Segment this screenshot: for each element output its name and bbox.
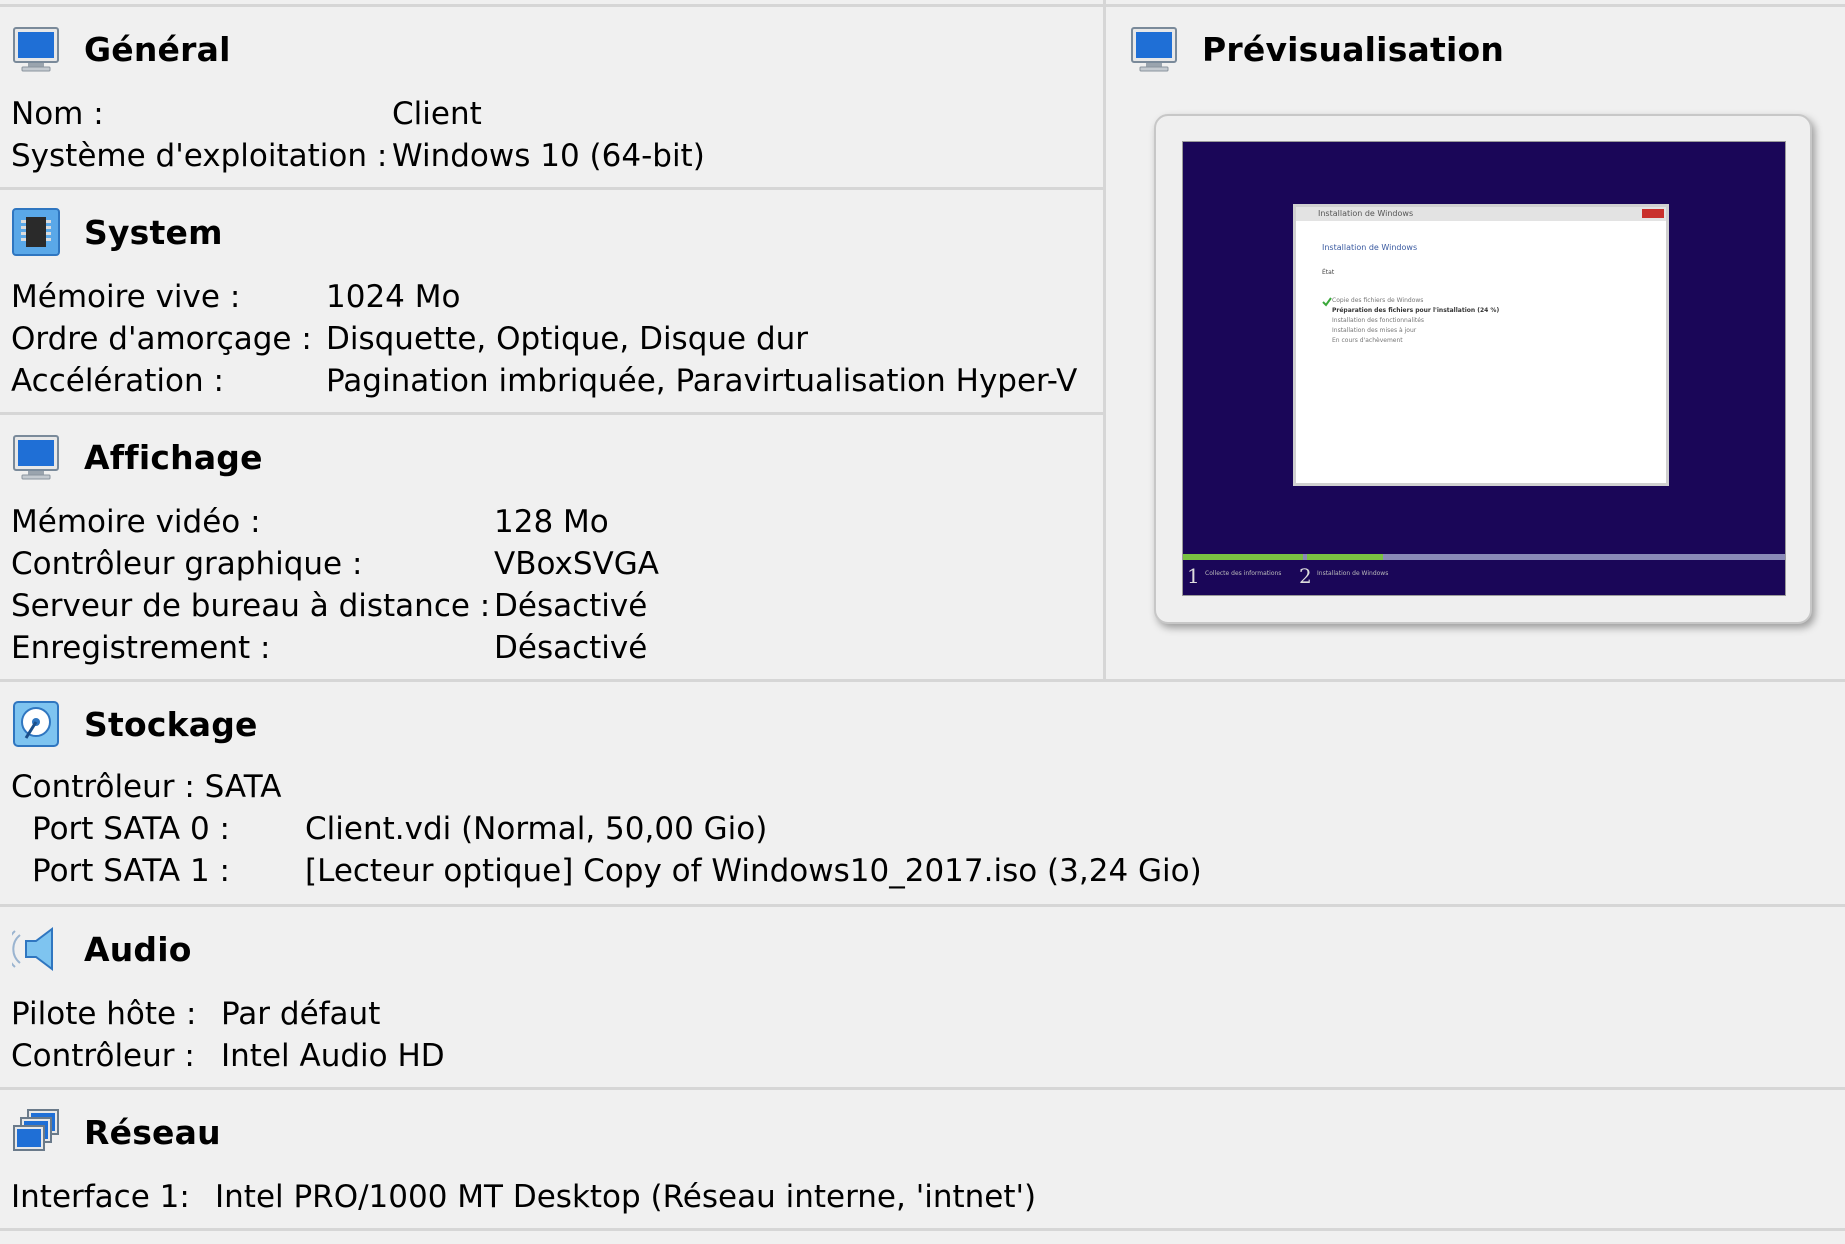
detail-value: Client.vdi (Normal, 50,00 Gio) [305, 811, 768, 847]
section-header-display[interactable]: Affichage [12, 433, 263, 481]
monitor-icon [12, 433, 60, 481]
detail-value: Intel Audio HD [221, 1038, 445, 1074]
detail-label: Pilote hôte : [11, 996, 197, 1032]
preview-window-title: Installation de Windows [1296, 207, 1666, 221]
detail-row: Contrôleur : SATA [11, 766, 1202, 808]
preview-step: Copie des fichiers de Windows [1332, 297, 1424, 304]
section-general: Général Nom : Client Système d'exploitati… [0, 4, 1103, 190]
chip-icon [12, 208, 60, 256]
speaker-icon [5, 925, 60, 973]
preview-frame[interactable]: Installation de Windows Installation de … [1154, 114, 1812, 624]
detail-row: Ordre d'amorçage : Disquette, Optique, Di… [11, 318, 1077, 360]
section-header-system[interactable]: System [12, 208, 223, 256]
detail-row: Contrôleur graphique : VBoxSVGA [11, 543, 659, 585]
detail-row: Nom : Client [11, 93, 705, 135]
detail-value: Intel PRO/1000 MT Desktop (Réseau intern… [215, 1179, 1037, 1215]
section-title: Général [84, 29, 231, 69]
detail-label: Mémoire vidéo : [11, 504, 261, 540]
detail-value: Désactivé [494, 630, 648, 666]
section-network: Réseau Interface 1: Intel PRO/1000 MT Des… [0, 1087, 1845, 1231]
section-display: Affichage Mémoire vidéo : 128 Mo Contrôle… [0, 412, 1103, 682]
section-storage: Stockage Contrôleur : SATA Port SATA 0 :… [0, 679, 1845, 908]
section-header-storage[interactable]: Stockage [12, 700, 258, 748]
detail-label: Port SATA 1 : [32, 853, 230, 889]
section-header-general[interactable]: Général [12, 25, 231, 73]
preview-screen: Installation de Windows Installation de … [1182, 141, 1786, 596]
detail-row: Contrôleur : Intel Audio HD [11, 1035, 445, 1077]
detail-row: Mémoire vive : 1024 Mo [11, 276, 1077, 318]
preview-step: Préparation des fichiers pour l'installa… [1332, 307, 1500, 314]
detail-row: Port SATA 1 : [Lecteur optique] Copy of W… [11, 850, 1202, 892]
preview-status: État [1322, 269, 1335, 276]
preview-progress-fill [1183, 554, 1303, 560]
detail-label: Système d'exploitation : [11, 138, 388, 174]
detail-label: Serveur de bureau à distance : [11, 588, 491, 624]
section-title: Stockage [84, 704, 258, 744]
detail-value: Par défaut [221, 996, 381, 1032]
detail-label: Port SATA 0 : [32, 811, 230, 847]
detail-label: Accélération : [11, 363, 224, 399]
storage-controller: Contrôleur : SATA [11, 769, 282, 805]
detail-value: Pagination imbriquée, Paravirtualisation… [326, 363, 1078, 399]
preview-bottom-step-number: 2 [1299, 564, 1312, 588]
section-header-audio[interactable]: Audio [5, 925, 192, 973]
section-audio: Audio Pilote hôte : Par défaut Contrôleur… [0, 904, 1845, 1090]
detail-label: Contrôleur graphique : [11, 546, 363, 582]
vertical-divider [1103, 0, 1106, 680]
hard-disk-icon [12, 700, 60, 748]
section-header-network[interactable]: Réseau [12, 1108, 221, 1156]
storage-rows: Contrôleur : SATA Port SATA 0 : Client.vd… [11, 766, 1202, 892]
detail-label: Contrôleur : [11, 1038, 195, 1074]
detail-row: Mémoire vidéo : 128 Mo [11, 501, 659, 543]
detail-value: Désactivé [494, 588, 648, 624]
section-system: System Mémoire vive : 1024 Mo Ordre d'amo… [0, 187, 1103, 415]
display-rows: Mémoire vidéo : 128 Mo Contrôleur graphiq… [11, 501, 659, 669]
detail-label: Interface 1: [11, 1179, 190, 1215]
section-title: Affichage [84, 437, 263, 477]
network-rows: Interface 1: Intel PRO/1000 MT Desktop (R… [11, 1176, 1036, 1218]
detail-row: Enregistrement : Désactivé [11, 627, 659, 669]
preview-step: Installation des fonctionnalités [1332, 317, 1425, 324]
audio-rows: Pilote hôte : Par défaut Contrôleur : Inte… [11, 993, 445, 1077]
preview-heading: Installation de Windows [1322, 243, 1418, 252]
detail-value: Client [392, 96, 482, 132]
monitor-icon [1130, 25, 1178, 73]
detail-row: Système d'exploitation : Windows 10 (64-b… [11, 135, 705, 177]
detail-value: [Lecteur optique] Copy of Windows10_2017… [305, 853, 1202, 889]
network-icon [12, 1108, 60, 1156]
close-icon [1642, 209, 1664, 218]
detail-label: Enregistrement : [11, 630, 271, 666]
detail-value: 1024 Mo [326, 279, 461, 315]
preview-progress-fill [1307, 554, 1383, 560]
detail-row: Interface 1: Intel PRO/1000 MT Desktop (R… [11, 1176, 1036, 1218]
detail-row: Port SATA 0 : Client.vdi (Normal, 50,00 G… [11, 808, 1202, 850]
detail-label: Mémoire vive : [11, 279, 241, 315]
preview-bottom-step: Installation de Windows [1317, 570, 1389, 577]
detail-label: Nom : [11, 96, 104, 132]
section-title: Audio [84, 929, 192, 969]
section-header-preview[interactable]: Prévisualisation [1130, 25, 1504, 73]
detail-value: Windows 10 (64-bit) [392, 138, 705, 174]
preview-step: En cours d'achèvement [1332, 337, 1403, 344]
detail-row: Accélération : Pagination imbriquée, Para… [11, 360, 1077, 402]
preview-bottom-step: Collecte des informations [1205, 570, 1282, 577]
detail-label: Ordre d'amorçage : [11, 321, 312, 357]
section-title: Réseau [84, 1112, 221, 1152]
detail-value: VBoxSVGA [494, 546, 659, 582]
section-title: Prévisualisation [1202, 29, 1505, 69]
monitor-icon [12, 25, 60, 73]
preview-bottom-step-number: 1 [1187, 564, 1200, 588]
detail-value: 128 Mo [494, 504, 609, 540]
general-rows: Nom : Client Système d'exploitation : Wind… [11, 93, 705, 177]
detail-value: Disquette, Optique, Disque dur [326, 321, 809, 357]
detail-row: Pilote hôte : Par défaut [11, 993, 445, 1035]
system-rows: Mémoire vive : 1024 Mo Ordre d'amorçage :… [11, 276, 1077, 402]
preview-step: Installation des mises à jour [1332, 327, 1417, 334]
preview-setup-window: Installation de Windows Installation de … [1293, 204, 1669, 486]
section-next [0, 1228, 1845, 1244]
section-title: System [84, 212, 223, 252]
detail-row: Serveur de bureau à distance : Désactivé [11, 585, 659, 627]
checkmark-icon [1322, 297, 1332, 307]
